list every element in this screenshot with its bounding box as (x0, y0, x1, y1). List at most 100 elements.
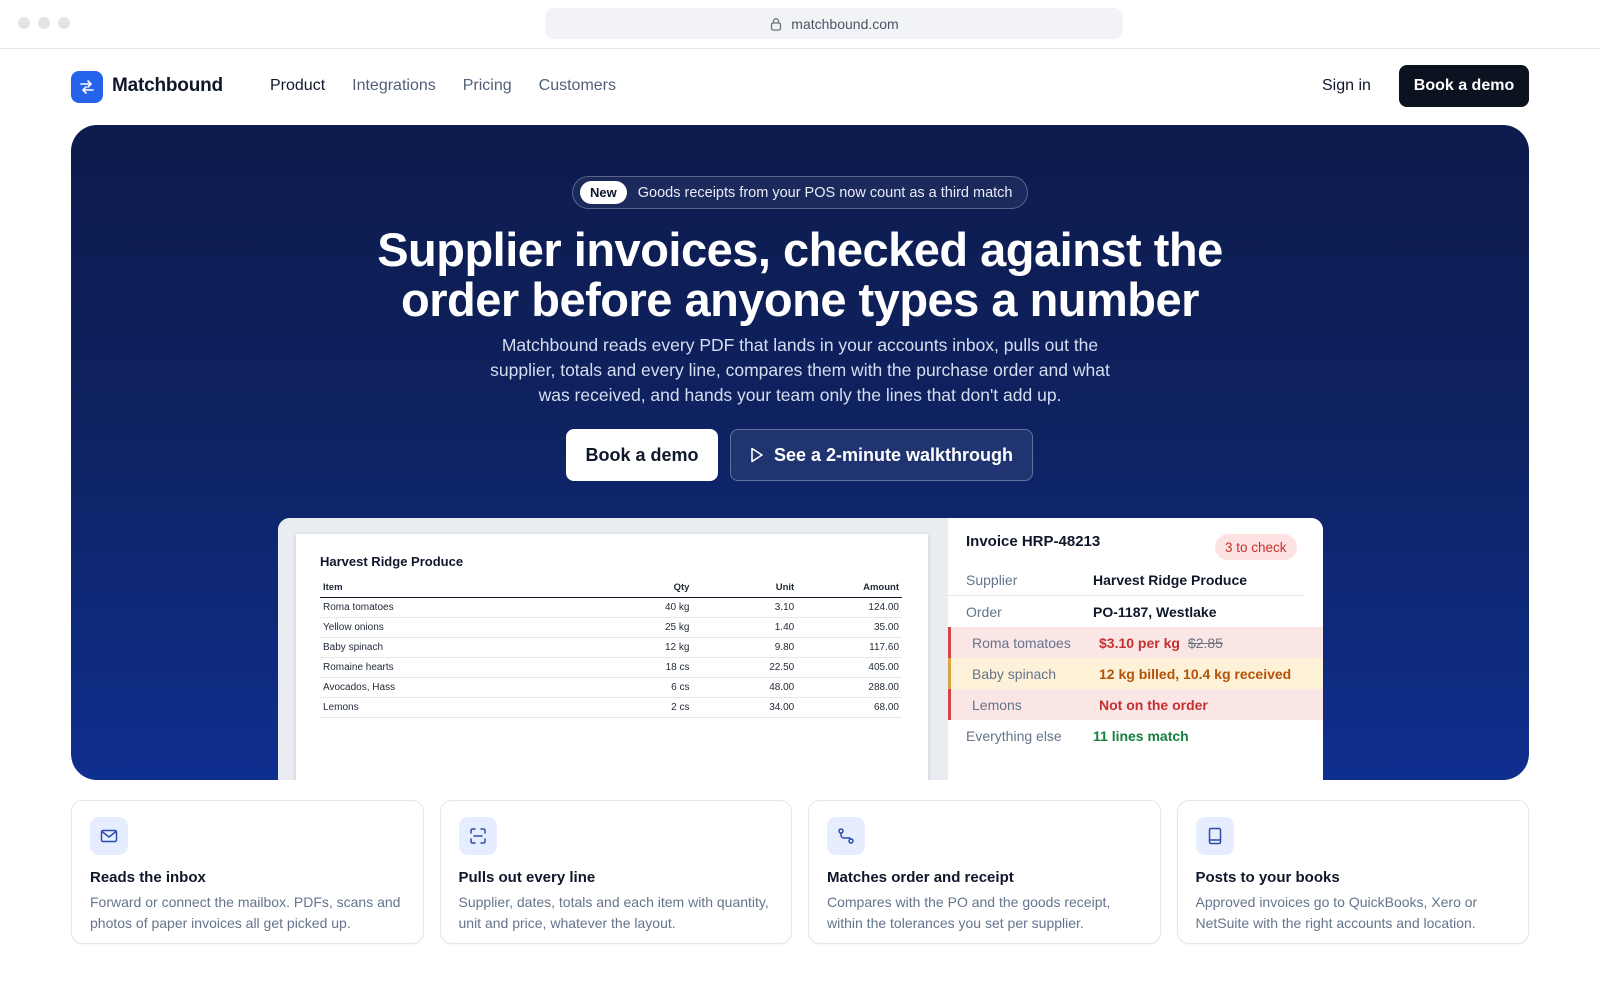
matched-row: Everything else 11 lines match (948, 720, 1323, 751)
primary-nav: Product Integrations Pricing Customers (270, 77, 616, 95)
logo-icon[interactable] (71, 71, 103, 103)
matched-value: 11 lines match (1093, 727, 1189, 744)
issue-label: Baby spinach (972, 665, 1057, 682)
cell-amount: 117.60 (797, 637, 902, 658)
invoice-supplier-title: Harvest Ridge Produce (320, 554, 464, 569)
table-row: Yellow onions 25 kg 1.40 35.00 (320, 617, 902, 638)
issue-row[interactable]: Roma tomatoes $3.10 per kg $2.85 (948, 627, 1323, 658)
feature-title: Matches order and receipt (827, 869, 1014, 886)
hero-section: New Goods receipts from your POS now cou… (71, 125, 1529, 780)
book-demo-hero-button[interactable]: Book a demo (566, 429, 718, 481)
feature-card: Posts to your books Approved invoices go… (1176, 800, 1529, 944)
invoice-number: Invoice HRP-48213 (966, 533, 1101, 550)
invoice-lines-table: Item Qty Unit Amount Roma tomatoes 40 kg 3… (320, 582, 902, 718)
cell-item: Romaine hearts (320, 657, 582, 678)
issue-value: 12 kg billed, 10.4 kg received (1099, 665, 1292, 682)
address-bar[interactable]: matchbound.com (545, 8, 1123, 39)
supplier-label: Supplier (966, 572, 1018, 588)
order-value: PO-1187, Westlake (1093, 603, 1217, 620)
cell-item: Yellow onions (320, 617, 582, 638)
brand-name[interactable]: Matchbound (112, 75, 223, 97)
cell-qty: 18 cs (581, 657, 693, 678)
cell-amount: 405.00 (797, 657, 902, 678)
cell-unit: 1.40 (692, 617, 798, 638)
window-close-dot[interactable] (18, 17, 30, 29)
cell-qty: 25 kg (581, 617, 693, 638)
book-demo-nav-button[interactable]: Book a demo (1399, 65, 1529, 107)
col-unit: Unit (692, 582, 798, 598)
feature-card: Pulls out every line Supplier, dates, to… (439, 800, 792, 944)
nav-link-customers[interactable]: Customers (539, 77, 616, 95)
feature-title: Posts to your books (1195, 869, 1340, 886)
invoice-document: Harvest Ridge Produce Item Qty Unit Amou… (296, 534, 928, 780)
play-icon (751, 447, 763, 463)
feature-card: Matches order and receipt Compares with … (808, 800, 1161, 944)
product-preview: Harvest Ridge Produce Item Qty Unit Amou… (278, 518, 1323, 780)
cell-qty: 40 kg (581, 597, 693, 618)
table-row: Baby spinach 12 kg 9.80 117.60 (320, 637, 902, 658)
order-label: Order (966, 603, 1002, 620)
headline-line-2: order before anyone types a number (401, 273, 1199, 326)
nav-link-pricing[interactable]: Pricing (463, 77, 512, 95)
nav-link-product[interactable]: Product (270, 77, 325, 95)
supplier-value: Harvest Ridge Produce (1093, 572, 1248, 588)
route-icon (827, 817, 865, 855)
issue-value: $3.10 per kg $2.85 (1099, 635, 1223, 651)
book-icon (1195, 817, 1234, 855)
address-url: matchbound.com (791, 15, 899, 32)
nav-link-integrations[interactable]: Integrations (352, 77, 436, 95)
col-qty: Qty (581, 582, 693, 598)
issue-label: Roma tomatoes (972, 634, 1071, 651)
cell-qty: 2 cs (581, 697, 693, 718)
cell-amount: 68.00 (797, 697, 902, 718)
order-row: Order PO-1187, Westlake (948, 596, 1323, 627)
feature-card: Reads the inbox Forward or connect the m… (71, 800, 424, 944)
table-row: Romaine hearts 18 cs 22.50 405.00 (320, 657, 902, 678)
new-badge: New (580, 181, 627, 204)
feature-title: Pulls out every line (458, 869, 596, 886)
scan-icon (458, 817, 497, 855)
feature-text: Compares with the PO and the goods recei… (827, 894, 1111, 931)
col-amount: Amount (797, 582, 902, 598)
issue-value: Not on the order (1099, 696, 1208, 713)
walkthrough-label: See a 2-minute walkthrough (773, 444, 1014, 465)
table-row: Avocados, Hass 6 cs 48.00 288.00 (320, 677, 902, 698)
cell-unit: 9.80 (692, 637, 798, 658)
cell-amount: 288.00 (797, 677, 902, 698)
matched-label: Everything else (966, 727, 1062, 744)
cell-item: Roma tomatoes (320, 597, 582, 618)
table-row: Roma tomatoes 40 kg 3.10 124.00 (320, 597, 902, 618)
issue-row[interactable]: Lemons Not on the order (948, 689, 1323, 720)
hero-subtext: Matchbound reads every PDF that lands in… (490, 335, 1110, 405)
cell-unit: 22.50 (692, 657, 798, 678)
cell-unit: 48.00 (692, 677, 798, 698)
billed-price: $3.10 per kg (1099, 634, 1180, 651)
cell-qty: 6 cs (581, 677, 693, 698)
ordered-price: $2.85 (1187, 634, 1223, 651)
site-header: Matchbound Product Integrations Pricing … (0, 49, 1600, 125)
to-check-badge[interactable]: 3 to check (1215, 534, 1297, 560)
cell-amount: 124.00 (797, 597, 902, 618)
window-maximize-dot[interactable] (58, 17, 70, 29)
lock-icon (771, 17, 782, 31)
sign-in-link[interactable]: Sign in (1322, 77, 1371, 95)
cell-item: Baby spinach (320, 637, 582, 658)
feature-text: Approved invoices go to QuickBooks, Xero… (1195, 894, 1478, 931)
cell-item: Lemons (320, 697, 582, 718)
feature-text: Forward or connect the mailbox. PDFs, sc… (90, 894, 401, 931)
invoice-viewer: Harvest Ridge Produce Item Qty Unit Amou… (278, 518, 948, 780)
table-header-row: Item Qty Unit Amount (320, 582, 902, 598)
issue-row[interactable]: Baby spinach 12 kg billed, 10.4 kg recei… (948, 658, 1323, 689)
mail-icon (90, 817, 128, 855)
announcement-pill[interactable]: New Goods receipts from your POS now cou… (572, 176, 1028, 209)
walkthrough-button[interactable]: See a 2-minute walkthrough (730, 429, 1033, 481)
cell-qty: 12 kg (581, 637, 693, 658)
browser-chrome: matchbound.com (0, 0, 1600, 49)
cell-amount: 35.00 (797, 617, 902, 638)
feature-cards: Reads the inbox Forward or connect the m… (71, 800, 1529, 944)
match-panel: Invoice HRP-48213 3 to check Supplier Ha… (948, 518, 1323, 780)
hero-headline: Supplier invoices, checked against the o… (71, 225, 1529, 325)
feature-text: Supplier, dates, totals and each item wi… (458, 894, 769, 931)
window-minimize-dot[interactable] (38, 17, 50, 29)
cell-unit: 34.00 (692, 697, 798, 718)
